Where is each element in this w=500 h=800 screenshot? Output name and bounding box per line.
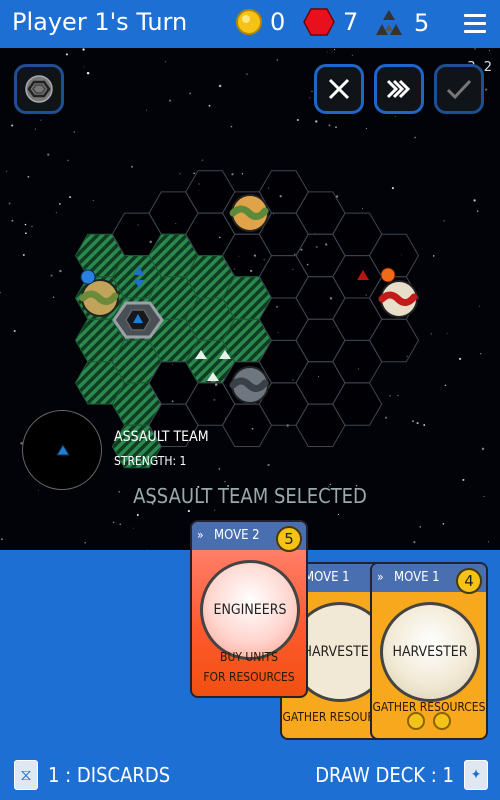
- red-resource: 7: [303, 8, 358, 36]
- red-hexagon-icon: [303, 8, 335, 36]
- card-cost: 4: [456, 568, 482, 594]
- unit-resource: 5: [372, 8, 429, 38]
- discards-label[interactable]: 1 : DISCARDS: [48, 763, 170, 787]
- checkmark-icon: [446, 79, 472, 100]
- card-name: ENGINEERS: [200, 560, 300, 660]
- center-view-button[interactable]: [14, 64, 64, 114]
- coin-icon: [236, 9, 262, 35]
- selection-message: ASSAULT TEAM SELECTED: [133, 484, 367, 508]
- game-board[interactable]: -3, 2 ASSAULT TEAM STRENGTH: 1 ASSAULT T…: [0, 48, 500, 550]
- player-marker-blue[interactable]: [80, 269, 96, 285]
- minimap[interactable]: [22, 410, 102, 490]
- move-arrow-icon: »: [377, 570, 383, 584]
- card-engineers[interactable]: MOVE 2 » 5 ENGINEERS BUY UNITS FOR RESOU…: [190, 520, 308, 698]
- discard-pile-icon[interactable]: ⧖: [14, 760, 38, 790]
- card-description-line2: FOR RESOURCES: [203, 670, 295, 684]
- card-coin-row: [372, 712, 486, 730]
- top-bar: Player 1's Turn 0 7 5: [0, 0, 500, 48]
- enemy-marker-orange[interactable]: [380, 267, 396, 283]
- red-resource-count: 7: [343, 8, 359, 36]
- turn-title: Player 1's Turn: [12, 8, 188, 36]
- hamburger-menu-icon[interactable]: [464, 14, 486, 33]
- close-icon: [328, 78, 350, 100]
- draw-deck-icon[interactable]: ✦: [464, 760, 488, 790]
- fast-forward-icon: [386, 79, 411, 99]
- confirm-button[interactable]: [434, 64, 484, 114]
- next-button[interactable]: [374, 64, 424, 114]
- selected-unit-name: ASSAULT TEAM: [114, 429, 209, 445]
- minimap-unit-icon: [56, 444, 70, 456]
- bottom-bar: ⧖ 1 : DISCARDS DRAW DECK : 1 ✦: [0, 750, 500, 800]
- move-arrow-icon: »: [197, 528, 203, 542]
- card-name: HARVESTER: [380, 602, 480, 702]
- draw-deck-label[interactable]: DRAW DECK : 1: [315, 763, 454, 787]
- selected-unit-strength: STRENGTH: 1: [114, 454, 187, 468]
- coin-count: 0: [270, 8, 286, 36]
- card-hand: MOVE 1 HARVESTER GATHER RESOURCES MOVE 1…: [0, 520, 500, 750]
- center-view-icon: [25, 75, 53, 103]
- card-description-line1: BUY UNITS: [220, 650, 278, 664]
- triangle-cluster-icon: [376, 10, 402, 35]
- coin-resource: 0: [236, 8, 285, 36]
- card-harvester[interactable]: MOVE 1 » 4 HARVESTER GATHER RESOURCES: [370, 562, 488, 740]
- coin-icon: [407, 712, 425, 730]
- cancel-button[interactable]: [314, 64, 364, 114]
- coin-icon: [433, 712, 451, 730]
- card-cost: 5: [276, 526, 302, 552]
- unit-count: 5: [414, 9, 430, 37]
